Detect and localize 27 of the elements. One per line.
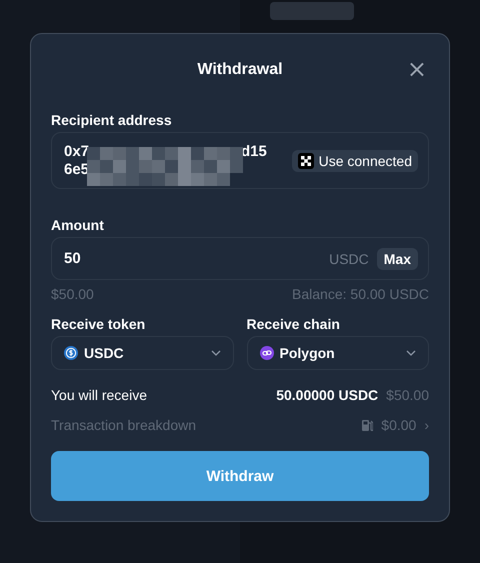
chevron-down-icon xyxy=(406,350,416,356)
max-button[interactable]: Max xyxy=(376,248,418,270)
coin-icon xyxy=(64,346,78,360)
address-text: 0x7 xyxy=(64,142,90,160)
receive-amount: 50.00000 USDC xyxy=(276,387,378,403)
select-field[interactable]: USDC xyxy=(51,336,234,370)
amount-value: 50 xyxy=(64,250,82,267)
balance-text: Balance: 50.00 USDC xyxy=(292,286,429,302)
chevron-down-icon xyxy=(210,350,220,356)
amount-field[interactable]: 50 USDC Max xyxy=(51,237,429,280)
close-button[interactable]: × xyxy=(404,59,429,79)
field-label: Recipient address xyxy=(51,112,173,128)
chevron-right-icon: › xyxy=(424,417,429,433)
field-label: Receive token xyxy=(51,316,146,332)
field-label: Receive chain xyxy=(246,316,341,332)
unit-label: USDC xyxy=(329,250,369,266)
usd-value: $50.00 xyxy=(51,286,94,302)
select-field[interactable]: Polygon xyxy=(246,336,429,370)
receive-label: You will receive xyxy=(51,387,148,403)
wallet-icon xyxy=(298,152,314,168)
dialog-title: Withdrawal xyxy=(197,61,283,79)
receive-usd: $50.00 xyxy=(386,387,429,403)
field-label: Amount xyxy=(51,217,105,233)
fuel-pump-icon xyxy=(362,419,374,431)
link-icon xyxy=(260,346,274,360)
use-connected-button[interactable]: Use connected xyxy=(292,150,418,172)
fee-amount: $0.00 xyxy=(381,417,416,433)
